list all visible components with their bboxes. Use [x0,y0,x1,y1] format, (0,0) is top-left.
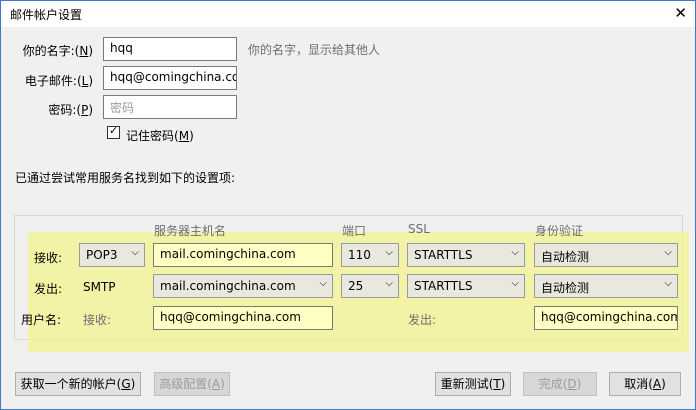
outgoing-hostname-combobox[interactable]: mail.comingchina.com ⌵ [153,274,333,298]
username-label: 用户名: [21,313,62,327]
title-bar: 邮件帐户设置 ✕ [1,1,695,27]
outgoing-auth-select[interactable]: 自动检测 ⌵ [534,274,678,298]
incoming-ssl-select[interactable]: STARTTLS ⌵ [407,243,525,267]
status-text: 已通过尝试常用服务名找到如下的设置项: [15,171,236,185]
chevron-down-icon: ⌵ [385,247,393,258]
chevron-down-icon: ⌵ [319,278,327,289]
new-account-button[interactable]: 获取一个新的帐户(G) [15,372,141,396]
chevron-down-icon: ⌵ [385,278,393,289]
email-input[interactable]: hqq@comingchina.com [103,66,237,90]
password-input[interactable]: 密码 [103,95,237,119]
remember-password-label[interactable]: 记住密码(M) [126,127,194,144]
col-auth-header: 身份验证 [535,224,584,238]
incoming-auth-select[interactable]: 自动检测 ⌵ [534,243,678,267]
remember-password-checkbox[interactable] [107,124,120,139]
password-label: 密码:(P) [48,103,93,117]
col-hostname-header: 服务器主机名 [154,224,227,238]
chevron-down-icon: ⌵ [511,247,519,258]
email-label: 电子邮件:(L) [24,74,93,88]
username-incoming-input[interactable]: hqq@comingchina.com [153,306,333,330]
retest-button[interactable]: 重新测试(T) [435,372,511,396]
username-outgoing-label: 发出: [408,313,437,327]
close-icon[interactable]: ✕ [674,4,687,22]
chevron-down-icon: ⌵ [664,247,672,258]
advanced-config-button[interactable]: 高级配置(A) [154,372,230,396]
incoming-label: 接收: [34,251,63,265]
username-outgoing-input[interactable]: hqq@comingchina.com [534,306,678,330]
username-incoming-label: 接收: [83,313,112,327]
window-title: 邮件帐户设置 [10,8,83,22]
chevron-down-icon: ⌵ [511,278,519,289]
outgoing-port-select[interactable]: 25 ⌵ [341,274,399,298]
incoming-port-select[interactable]: 110 ⌵ [341,243,399,267]
chevron-down-icon: ⌵ [131,247,139,258]
chevron-down-icon: ⌵ [664,278,672,289]
incoming-protocol-select[interactable]: POP3 ⌵ [79,243,145,267]
col-port-header: 端口 [342,224,367,238]
outgoing-label: 发出: [34,282,63,296]
name-input[interactable]: hqq [103,37,237,61]
cancel-button[interactable]: 取消(A) [609,372,681,396]
mail-account-settings-window: 邮件帐户设置 ✕ 你的名字:(N) hqq 你的名字，显示给其他人 电子邮件:(… [0,0,696,410]
done-button[interactable]: 完成(D) [523,372,597,396]
col-ssl-header: SSL [408,222,430,236]
name-label: 你的名字:(N) [22,44,93,58]
outgoing-protocol: SMTP [83,280,116,294]
name-hint: 你的名字，显示给其他人 [248,43,381,57]
incoming-hostname-input[interactable]: mail.comingchina.com [153,243,333,267]
outgoing-ssl-select[interactable]: STARTTLS ⌵ [407,274,525,298]
